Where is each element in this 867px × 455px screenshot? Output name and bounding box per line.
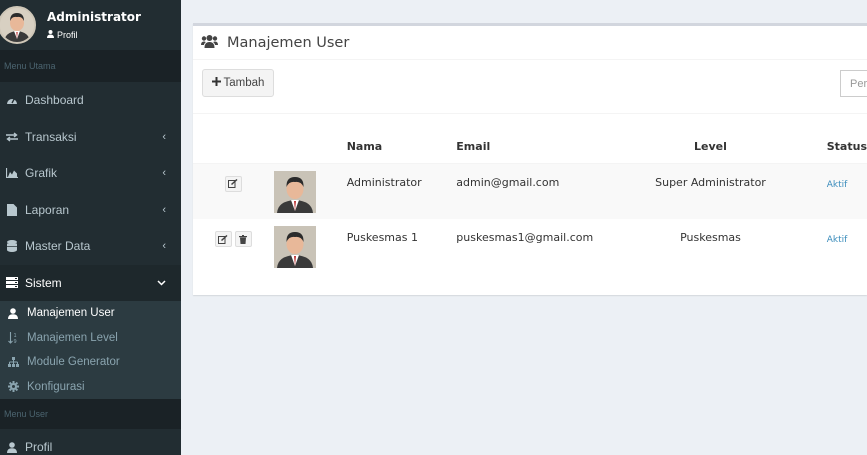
sidebar-item-label: Transaksi [25, 129, 77, 144]
database-icon [5, 240, 19, 253]
sidebar-item-profil[interactable]: Profil [0, 429, 181, 455]
column-header-photo [273, 131, 347, 164]
cell-email: puskesmas1@gmail.com [456, 231, 594, 244]
row-photo-cell [273, 163, 347, 219]
table-row: Puskesmas 1 puskesmas1@gmail.com Puskesm… [193, 219, 867, 275]
sidebar-item-label: Sistem [25, 275, 62, 290]
user-icon [5, 441, 19, 453]
cell-level: Super Administrator [614, 163, 807, 219]
user-icon [7, 307, 19, 319]
submenu-item-label: Module Generator [27, 356, 120, 369]
trash-icon [239, 234, 248, 244]
edit-icon [228, 179, 238, 188]
chevron-left-icon: ‹ [162, 167, 166, 180]
profil-link[interactable]: Profil [47, 30, 141, 40]
toolbar: Tambah Per [193, 60, 867, 114]
edit-button[interactable] [224, 175, 242, 192]
sidebar-item-label: Profil [25, 440, 53, 455]
column-header-email[interactable]: Email [456, 131, 615, 164]
users-icon [201, 34, 218, 51]
row-actions [193, 163, 274, 219]
box-header: Manajemen User [193, 26, 867, 60]
plus-icon [211, 77, 221, 89]
svg-text:9: 9 [13, 339, 16, 344]
chevron-left-icon: ‹ [162, 130, 166, 143]
sidebar-submenu-sistem: Manajemen User 19 Manajemen Level Module… [0, 301, 181, 399]
column-header-status[interactable]: Status [806, 131, 867, 164]
file-icon [5, 203, 19, 216]
sidebar-item-sistem[interactable]: Sistem [0, 264, 181, 301]
chevron-left-icon: ‹ [162, 203, 166, 216]
server-icon [5, 277, 19, 289]
delete-button[interactable] [234, 231, 252, 247]
page-title: Manajemen User [227, 34, 350, 51]
add-user-button-label: Tambah [223, 77, 265, 89]
row-actions [193, 219, 274, 275]
cell-nama: Puskesmas 1 [346, 231, 418, 244]
sidebar-item-grafik[interactable]: Grafik ‹ [0, 155, 181, 192]
row-photo-cell [273, 219, 347, 275]
sidebar-item-label: Grafik [25, 166, 58, 181]
submenu-item-label: Konfigurasi [27, 380, 85, 393]
sidebar-item-label: Laporan [25, 202, 70, 217]
sidebar-item-label: Master Data [25, 239, 91, 254]
user-management-box: Manajemen User Tambah Per Nama Email Lev… [193, 23, 867, 295]
submenu-item-manajemen-level[interactable]: 19 Manajemen Level [0, 326, 181, 351]
table-row: Administrator admin@gmail.com Super Admi… [193, 163, 867, 219]
area-chart-icon [5, 168, 19, 179]
user-photo [273, 170, 316, 213]
edit-icon [218, 234, 228, 244]
cell-level: Puskesmas [680, 231, 741, 244]
avatar [0, 6, 36, 44]
edit-button[interactable] [214, 231, 232, 247]
submenu-item-manajemen-user[interactable]: Manajemen User [0, 301, 181, 326]
cell-nama: Administrator [346, 163, 457, 219]
users-table: Nama Email Level Status Administrator ad… [193, 131, 867, 275]
add-user-button[interactable]: Tambah [202, 69, 274, 97]
submenu-item-module-generator[interactable]: Module Generator [0, 350, 181, 375]
profil-link-label: Profil [57, 30, 78, 40]
status-link[interactable]: Aktif [827, 235, 848, 245]
user-panel: Administrator Profil [0, 0, 181, 50]
dashboard-icon [5, 95, 19, 105]
status-link[interactable]: Aktif [827, 180, 848, 190]
submenu-item-label: Manajemen User [27, 307, 115, 320]
menu-header-user: Menu User [0, 399, 181, 429]
sidebar-item-laporan[interactable]: Laporan ‹ [0, 192, 181, 229]
column-header-actions [193, 131, 274, 164]
chevron-down-icon [157, 277, 166, 289]
user-name: Administrator [47, 10, 141, 24]
sidebar-item-label: Dashboard [25, 93, 84, 108]
gear-icon [7, 381, 19, 393]
exchange-icon [5, 132, 19, 142]
menu-header-main: Menu Utama [0, 50, 181, 82]
search-input[interactable]: Per [840, 70, 867, 97]
user-icon [47, 30, 54, 40]
submenu-item-konfigurasi[interactable]: Konfigurasi [0, 375, 181, 400]
sidebar-item-transaksi[interactable]: Transaksi ‹ [0, 119, 181, 156]
sidebar-item-dashboard[interactable]: Dashboard [0, 82, 181, 119]
sidebar-item-master-data[interactable]: Master Data ‹ [0, 228, 181, 265]
column-header-level[interactable]: Level [614, 131, 807, 164]
cell-email: admin@gmail.com [456, 163, 615, 219]
chevron-left-icon: ‹ [162, 240, 166, 253]
submenu-item-label: Manajemen Level [27, 331, 118, 344]
column-header-nama[interactable]: Nama [346, 131, 457, 164]
sitemap-icon [7, 357, 19, 368]
user-photo [273, 226, 316, 268]
sidebar: Administrator Profil Menu Utama Dashboar… [0, 0, 181, 455]
sort-numeric-icon: 19 [7, 331, 19, 344]
